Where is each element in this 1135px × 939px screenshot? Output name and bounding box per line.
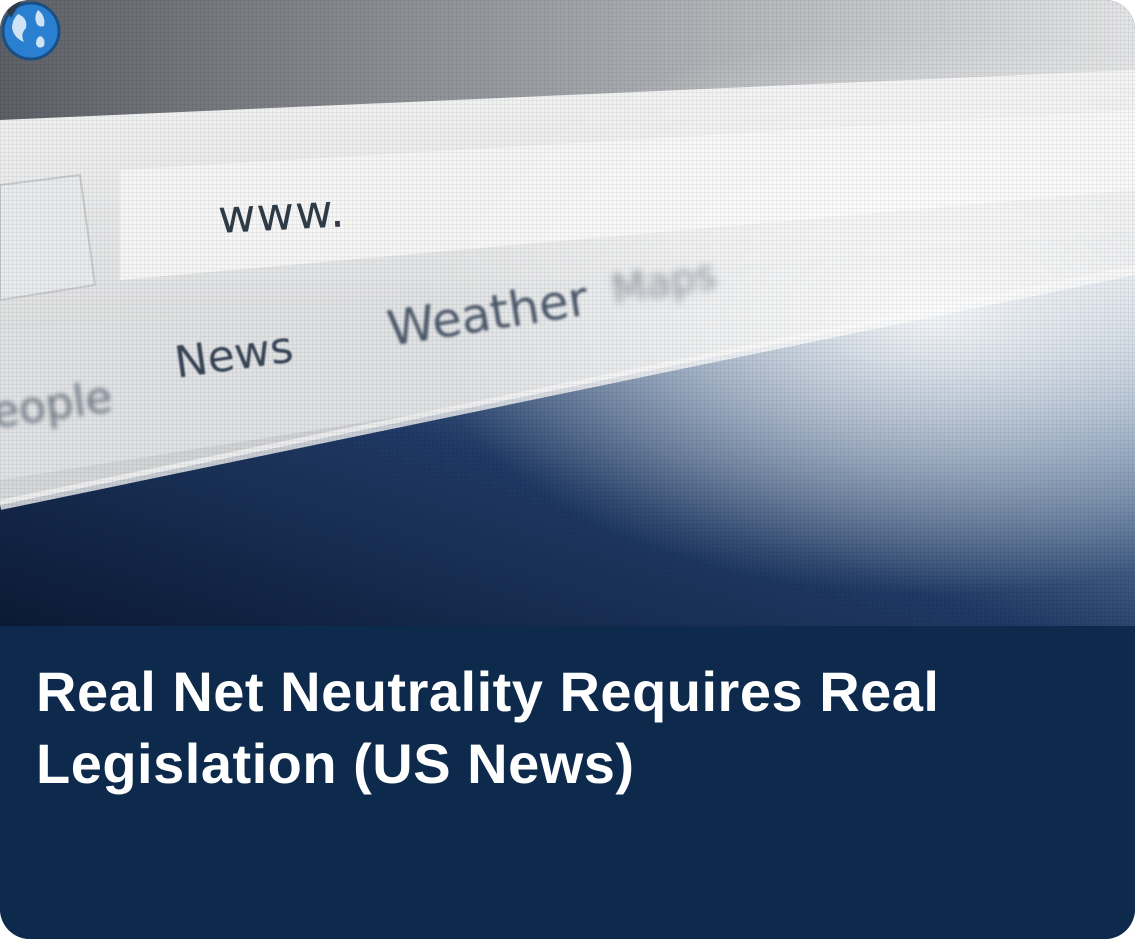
caption-panel: Real Net Neutrality Requires Real Legisl… <box>0 626 1135 939</box>
dropdown-arrow-icon <box>0 0 22 18</box>
article-headline[interactable]: Real Net Neutrality Requires Real Legisl… <box>36 656 1096 800</box>
article-card[interactable]: www. eople News Weather Maps Real Net Ne… <box>0 0 1135 939</box>
browser-closeup-photo: www. eople News Weather Maps <box>0 0 1135 626</box>
address-bar-text: www. <box>216 183 347 244</box>
